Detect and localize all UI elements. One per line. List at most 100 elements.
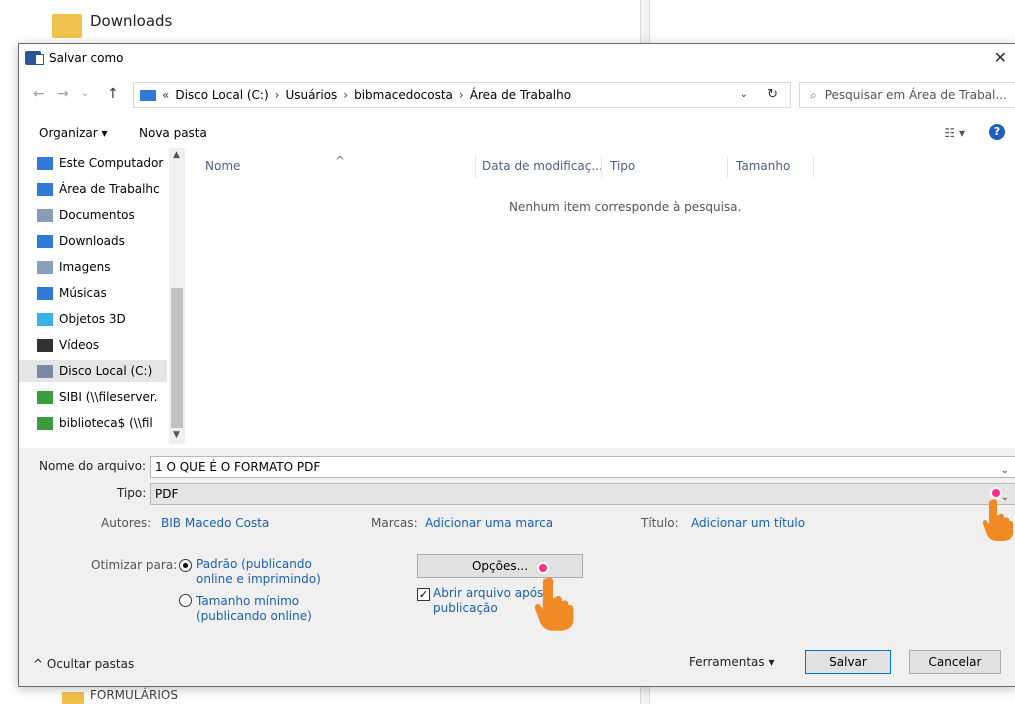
forward-button[interactable]: →: [57, 86, 69, 102]
address-dropdown-icon[interactable]: ⌄: [740, 89, 748, 100]
breadcrumb-overflow[interactable]: «: [162, 88, 169, 102]
column-name[interactable]: Nome: [205, 159, 240, 173]
filename-label: Nome do arquivo:: [39, 459, 147, 473]
address-bar[interactable]: « Disco Local (C:) › Usuários › bibmaced…: [133, 82, 791, 108]
empty-list-message: Nenhum item corresponde à pesquisa.: [509, 200, 742, 214]
address-row: ← → ⌄ ↑ « Disco Local (C:) › Usuários › …: [19, 80, 1015, 110]
authors-value[interactable]: BIB Macedo Costa: [161, 516, 269, 530]
scroll-up-icon[interactable]: ▲: [173, 150, 180, 160]
open-after-publish-label-cont[interactable]: publicação: [433, 601, 498, 615]
nav-item[interactable]: Disco Local (C:): [19, 360, 167, 382]
filename-input[interactable]: 1 O QUE É O FORMATO PDF ⌄: [150, 456, 1015, 478]
optimize-minimum-label[interactable]: Tamanho mínimo: [196, 594, 299, 608]
add-title-link[interactable]: Adicionar um título: [691, 516, 805, 530]
file-list-header: Nome ^ Data de modificaç... Tipo Tamanho: [185, 154, 1015, 178]
options-button[interactable]: Opções...: [417, 554, 583, 578]
word-app-icon: [25, 51, 44, 65]
tools-dropdown[interactable]: Ferramentas ▾: [689, 655, 774, 669]
3d-objects-icon: [37, 312, 53, 326]
column-divider[interactable]: [727, 156, 728, 178]
desktop-icon: [37, 182, 53, 196]
open-after-publish-label[interactable]: Abrir arquivo após: [433, 586, 543, 600]
column-date-modified[interactable]: Data de modificaç...: [482, 159, 603, 173]
file-type-select[interactable]: PDF ⌄: [150, 483, 1015, 505]
network-drive-icon: [37, 390, 53, 404]
breadcrumb-separator[interactable]: ›: [275, 88, 280, 102]
save-button[interactable]: Salvar: [805, 650, 891, 674]
background-folder-label: Downloads: [90, 12, 173, 30]
nav-item-label: Este Computador: [59, 156, 164, 170]
navigation-scrollbar[interactable]: ▲ ▼: [169, 148, 185, 444]
column-size[interactable]: Tamanho: [736, 159, 790, 173]
nav-item[interactable]: Objetos 3D: [37, 308, 185, 330]
search-placeholder: Pesquisar em Área de Trabal...: [824, 88, 1007, 102]
optimize-standard-label-cont[interactable]: online e imprimindo): [196, 572, 321, 586]
column-type[interactable]: Tipo: [610, 159, 635, 173]
help-icon[interactable]: ?: [989, 124, 1005, 140]
breadcrumb-separator[interactable]: ›: [459, 88, 464, 102]
nav-item-label: Objetos 3D: [59, 312, 126, 326]
tags-label: Marcas:: [371, 516, 418, 530]
nav-item[interactable]: Downloads: [37, 230, 185, 252]
column-divider[interactable]: [813, 156, 814, 178]
breadcrumb-item[interactable]: Disco Local (C:): [175, 88, 268, 102]
authors-label: Autores:: [101, 516, 152, 530]
refresh-icon[interactable]: ↻: [767, 87, 778, 102]
nav-item[interactable]: Documentos: [37, 204, 185, 226]
scrollbar-thumb[interactable]: [171, 288, 183, 428]
nav-item-label: Disco Local (C:): [59, 364, 153, 378]
breadcrumb-separator[interactable]: ›: [343, 88, 348, 102]
pointing-hand-icon: [982, 499, 1013, 541]
cancel-button[interactable]: Cancelar: [909, 650, 1001, 674]
recent-locations-button[interactable]: ⌄: [81, 88, 89, 99]
back-button[interactable]: ←: [33, 86, 45, 102]
folder-icon: [62, 692, 84, 704]
optimize-label: Otimizar para:: [91, 558, 178, 572]
videos-icon: [37, 338, 53, 352]
computer-icon: [37, 156, 53, 170]
nav-item[interactable]: Área de Trabalhc: [37, 178, 185, 200]
nav-item-label: Vídeos: [59, 338, 100, 352]
breadcrumb-item[interactable]: Usuários: [285, 88, 337, 102]
nav-item[interactable]: Imagens: [37, 256, 185, 278]
optimize-minimum-radio[interactable]: [179, 594, 192, 607]
chevron-down-icon[interactable]: ⌄: [1001, 461, 1009, 481]
hide-folders-button[interactable]: ^ Ocultar pastas: [33, 657, 134, 671]
add-tag-link[interactable]: Adicionar uma marca: [425, 516, 553, 530]
navigation-pane: Este Computador Área de Trabalhc Documento…: [19, 148, 185, 448]
title-bar: Salvar como ✕: [19, 44, 1015, 72]
nav-item-label: Downloads: [59, 234, 125, 248]
new-folder-button[interactable]: Nova pasta: [139, 126, 207, 140]
search-input[interactable]: ⌕ Pesquisar em Área de Trabal...: [799, 82, 1015, 108]
nav-item[interactable]: Vídeos: [37, 334, 185, 356]
column-divider[interactable]: [475, 156, 476, 178]
sort-ascending-icon: ^: [335, 154, 346, 168]
close-button[interactable]: ✕: [994, 48, 1007, 67]
nav-item[interactable]: SIBI (\\fileserver.: [37, 386, 185, 408]
filename-value: 1 O QUE É O FORMATO PDF: [155, 460, 321, 474]
open-after-publish-checkbox[interactable]: ✓: [417, 588, 430, 601]
pointing-hand-icon: [534, 577, 574, 631]
background-bottom-folder-label: FORMULÁRIOS: [90, 688, 178, 702]
title-label: Título:: [641, 516, 679, 530]
organize-button[interactable]: Organizar ▾: [39, 126, 108, 140]
toolbar: Organizar ▾ Nova pasta ☷ ▾ ?: [19, 120, 1015, 146]
column-divider[interactable]: [601, 156, 602, 178]
nav-item[interactable]: Músicas: [37, 282, 185, 304]
search-icon: ⌕: [810, 87, 817, 102]
optimize-standard-label[interactable]: Padrão (publicando: [196, 557, 312, 571]
optimize-minimum-label-cont[interactable]: (publicando online): [196, 609, 312, 623]
file-type-value: PDF: [155, 487, 179, 501]
view-options-button[interactable]: ☷ ▾: [944, 126, 965, 140]
up-button[interactable]: ↑: [107, 86, 119, 102]
nav-item[interactable]: Este Computador: [37, 152, 185, 174]
type-label: Tipo:: [117, 486, 147, 500]
breadcrumb-item[interactable]: Área de Trabalho: [470, 88, 571, 102]
breadcrumb-item[interactable]: bibmacedocosta: [354, 88, 453, 102]
scroll-down-icon[interactable]: ▼: [173, 430, 180, 440]
nav-item-label: biblioteca$ (\\fil: [59, 416, 153, 430]
nav-item[interactable]: biblioteca$ (\\fil: [37, 412, 185, 434]
optimize-standard-radio[interactable]: [179, 559, 192, 572]
folder-icon: [52, 14, 82, 38]
nav-item-label: Músicas: [59, 286, 107, 300]
